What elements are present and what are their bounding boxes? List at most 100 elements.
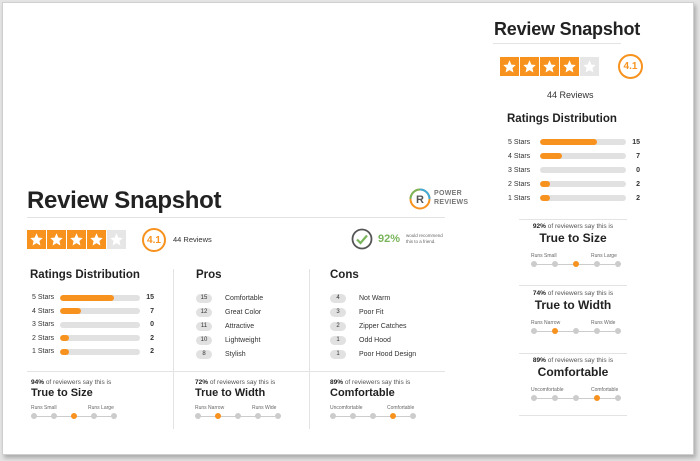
title-divider <box>493 43 621 44</box>
fit-scale-dot-selected <box>215 413 221 419</box>
distribution-row[interactable]: 3 Stars 0 <box>508 163 640 177</box>
fit-scale-dot-selected <box>552 328 558 334</box>
fit-scale-right-label: Runs Wide <box>252 405 277 411</box>
fit-scale-dot-selected <box>390 413 396 419</box>
rating-badge: 4.1 <box>618 54 643 79</box>
page-title: Review Snapshot <box>27 187 222 214</box>
distribution-count: 0 <box>636 166 640 174</box>
cons-item[interactable]: 1 Odd Hood <box>330 333 445 347</box>
tag-count-chip: 1 <box>330 335 346 345</box>
fit-scale-dot <box>594 261 600 267</box>
fit-percent-value: 74% <box>532 290 546 297</box>
distribution-row[interactable]: 3 Stars 0 <box>32 318 157 332</box>
fit-scale-dot <box>275 413 281 419</box>
pros-title: Pros <box>196 269 222 281</box>
fit-scale: 94% of reviewers say this is True to Size… <box>31 379 161 419</box>
distribution-row[interactable]: 2 Stars 2 <box>508 177 640 191</box>
review-count-link[interactable]: 44 Reviews <box>547 90 594 100</box>
cons-item[interactable]: 3 Poor Fit <box>330 305 445 319</box>
fit-scale: 74% of reviewers say this is True to Widt… <box>519 290 627 334</box>
recommend-text-1: would recommend <box>406 233 443 238</box>
fit-scales: 92% of reviewers say this is True to Size… <box>519 223 627 416</box>
pros-item[interactable]: 10 Lightweight <box>196 333 306 347</box>
distribution-bar-track <box>540 181 626 187</box>
fit-percent-value: 89% <box>330 379 344 386</box>
pros-item[interactable]: 11 Attractive <box>196 319 306 333</box>
tag-count-chip: 1 <box>330 349 346 359</box>
distribution-label: 3 Stars <box>508 166 531 174</box>
fit-scale-right-label: Runs Large <box>88 405 114 411</box>
tag-count-chip: 3 <box>330 307 346 317</box>
fit-scale: 72% of reviewers say this is True to Widt… <box>195 379 325 419</box>
fit-percent-text: 89% of reviewers say this is <box>519 357 627 364</box>
fit-percent-text: 74% of reviewers say this is <box>519 290 627 297</box>
fit-scale-dot <box>573 395 579 401</box>
distribution-row[interactable]: 2 Stars 2 <box>32 332 157 346</box>
distribution-bar-track <box>540 195 626 201</box>
ratings-distribution: 5 Stars 15 4 Stars 7 3 Stars 0 2 Stars 2 1 Stars… <box>508 135 640 205</box>
fit-scale-dot <box>573 328 579 334</box>
fit-percent-suffix: of reviewers say this is <box>208 379 276 386</box>
fit-scale-left-label: Uncomfortable <box>531 387 564 393</box>
cons-item[interactable]: 2 Zipper Catches <box>330 319 445 333</box>
fit-scale-dot <box>255 413 261 419</box>
fit-scale-dot <box>410 413 416 419</box>
fit-scale-dot <box>330 413 336 419</box>
distribution-bar-fill <box>540 139 597 145</box>
cons-item[interactable]: 4 Not Warm <box>330 291 445 305</box>
logo-text-reviews: REVIEWS <box>434 199 469 206</box>
distribution-bar-track <box>60 308 140 315</box>
distribution-count: 7 <box>150 307 154 315</box>
star-rating <box>500 57 599 76</box>
distribution-row[interactable]: 5 Stars 15 <box>32 291 157 305</box>
distribution-row[interactable]: 5 Stars 15 <box>508 135 640 149</box>
star-empty-icon <box>580 57 599 76</box>
fit-percent-suffix: of reviewers say this is <box>343 379 411 386</box>
fit-title: True to Size <box>539 231 607 245</box>
fit-scale-dot <box>531 261 537 267</box>
fit-title: Comfortable <box>330 387 395 399</box>
cons-item[interactable]: 1 Poor Hood Design <box>330 347 445 361</box>
tag-label: Comfortable <box>225 294 264 302</box>
fit-scale: 89% of reviewers say this is Comfortable U… <box>519 357 627 401</box>
tag-count-chip: 8 <box>196 349 212 359</box>
distribution-row[interactable]: 4 Stars 7 <box>508 149 640 163</box>
fit-percent-text: 94% of reviewers say this is <box>31 379 161 386</box>
fit-scale-labels: Uncomfortable Comfortable <box>531 387 619 394</box>
pros-item[interactable]: 15 Comfortable <box>196 291 306 305</box>
fit-scale-track <box>531 261 621 267</box>
fit-percent-suffix: of reviewers say this is <box>44 379 112 386</box>
fit-scale-track <box>31 413 117 419</box>
rating-badge: 4.1 <box>142 228 166 252</box>
tag-label: Poor Fit <box>359 308 384 316</box>
star-icon <box>67 230 86 249</box>
star-rating <box>27 230 126 249</box>
distribution-bar-track <box>60 335 140 342</box>
section-divider <box>519 219 627 220</box>
fit-scale-track <box>330 413 416 419</box>
pros-item[interactable]: 12 Great Color <box>196 305 306 319</box>
fit-scales: 94% of reviewers say this is True to Size… <box>31 379 449 429</box>
distribution-row[interactable]: 4 Stars 7 <box>32 305 157 319</box>
distribution-row[interactable]: 1 Stars 2 <box>508 191 640 205</box>
fit-percent-text: 72% of reviewers say this is <box>195 379 325 386</box>
fit-scale-labels: Runs Small Runs Large <box>31 405 114 412</box>
distribution-bar-track <box>540 153 626 159</box>
screenshot-frame: Review Snapshot R POWER REVIEWS 4.1 44 R… <box>2 2 694 455</box>
review-count-link[interactable]: 44 Reviews <box>173 235 212 244</box>
tag-count-chip: 15 <box>196 293 212 303</box>
distribution-row[interactable]: 1 Stars 2 <box>32 345 157 359</box>
fit-divider <box>27 371 445 372</box>
tag-count-chip: 2 <box>330 321 346 331</box>
fit-scale-dot <box>552 395 558 401</box>
fit-scale-dot <box>531 328 537 334</box>
tag-label: Odd Hood <box>359 336 391 344</box>
fit-scale-right-label: Comfortable <box>591 387 619 393</box>
pros-item[interactable]: 8 Stylish <box>196 347 306 361</box>
fit-title: True to Width <box>195 387 266 399</box>
fit-percent-suffix: of reviewers say this is <box>545 290 614 297</box>
large-snapshot: Review Snapshot R POWER REVIEWS 4.1 44 R… <box>27 183 468 433</box>
fit-scale-labels: Uncomfortable Comfortable <box>330 405 414 412</box>
star-icon <box>47 230 66 249</box>
fit-scale-track <box>531 328 621 334</box>
